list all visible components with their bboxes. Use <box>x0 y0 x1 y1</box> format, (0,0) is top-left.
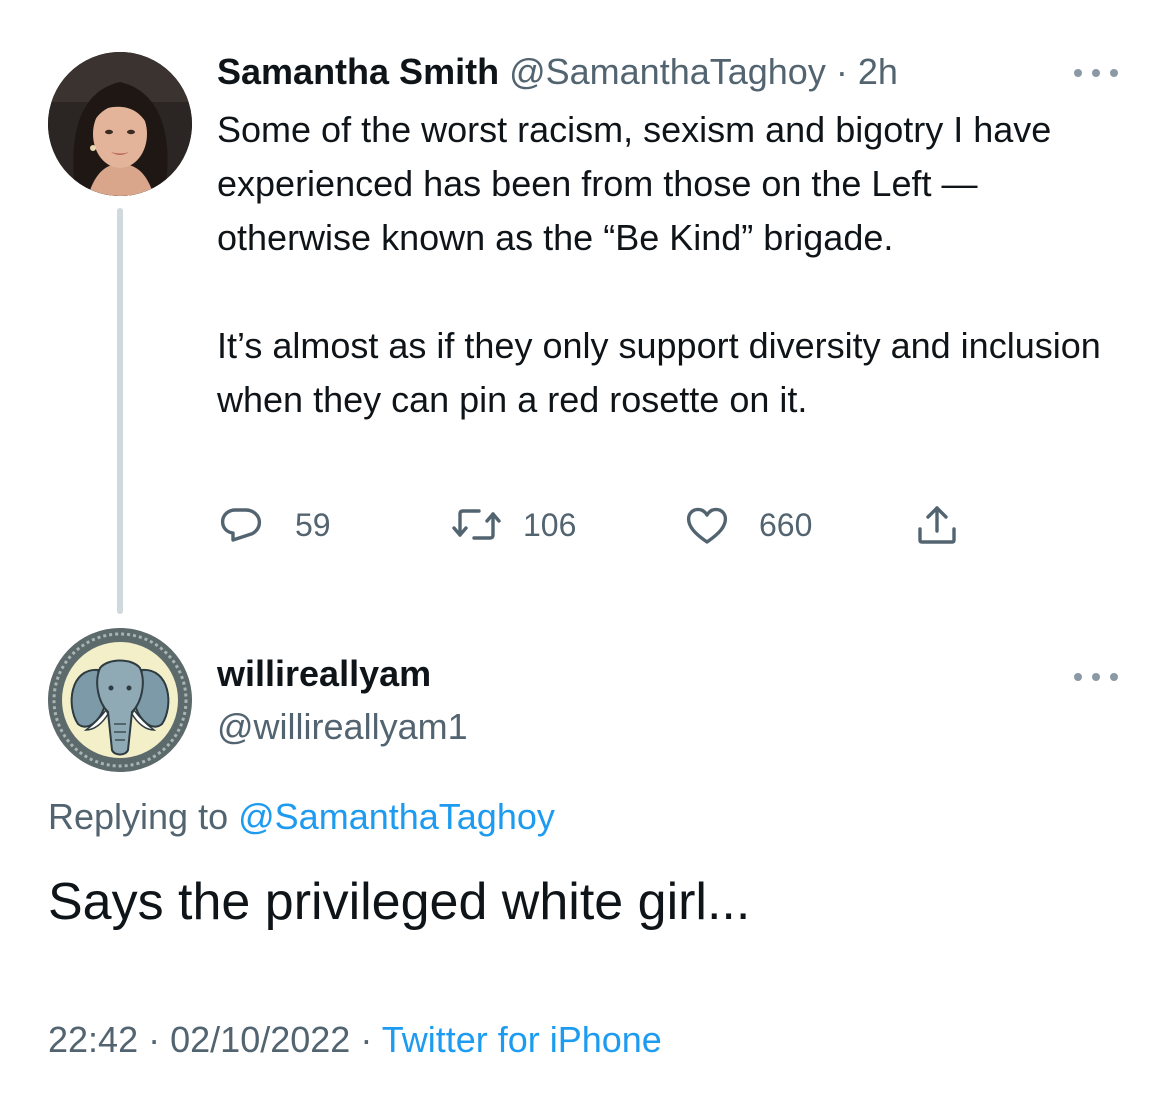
parent-time-ago[interactable]: 2h <box>858 51 898 92</box>
share-upload-icon <box>918 506 956 544</box>
reply-handle[interactable]: @willireallyam1 <box>217 705 468 749</box>
parent-tweet-text: Some of the worst racism, sexism and big… <box>217 103 1117 427</box>
parent-tweet-paragraph-2: It’s almost as if they only support dive… <box>217 325 1101 420</box>
header-separator: · <box>835 51 848 92</box>
reply-display-name[interactable]: willireallyam <box>217 652 431 696</box>
retweet-count: 106 <box>523 506 577 543</box>
parent-display-name[interactable]: Samantha Smith <box>217 51 499 92</box>
replying-to-line: Replying to @SamanthaTaghoy <box>48 795 555 839</box>
parent-tweet-paragraph-1: Some of the worst racism, sexism and big… <box>217 109 1052 258</box>
meta-separator-1: · <box>148 1019 161 1060</box>
like-button[interactable]: 660 <box>683 500 812 550</box>
avatar-willireallyam[interactable] <box>48 628 192 772</box>
retweet-button[interactable]: 106 <box>451 500 576 550</box>
parent-tweet-header: Samantha Smith @SamanthaTaghoy · 2h <box>217 50 898 94</box>
parent-handle[interactable]: @SamanthaTaghoy <box>509 51 826 92</box>
elephant-emblem-icon <box>48 628 192 772</box>
tweet-metadata: 22:42 · 02/10/2022 · Twitter for iPhone <box>48 1018 662 1062</box>
thread-connector-line <box>117 208 123 614</box>
more-horizontal-icon[interactable] <box>1074 672 1118 682</box>
like-count: 660 <box>759 506 813 543</box>
replying-to-handle-link[interactable]: @SamanthaTaghoy <box>238 796 555 837</box>
reply-bubble-icon <box>220 508 262 542</box>
replying-to-label: Replying to <box>48 796 229 837</box>
retweet-icon <box>452 509 501 540</box>
more-horizontal-icon[interactable] <box>1074 68 1118 78</box>
meta-separator-2: · <box>360 1019 373 1060</box>
reply-button[interactable]: 59 <box>217 500 331 550</box>
reply-count: 59 <box>295 506 331 543</box>
tweet-date[interactable]: 02/10/2022 <box>170 1019 350 1060</box>
reply-tweet-text: Says the privileged white girl... <box>48 873 751 931</box>
avatar-samantha[interactable] <box>48 52 192 196</box>
tweet-source-link[interactable]: Twitter for iPhone <box>382 1019 662 1060</box>
heart-icon <box>686 507 728 544</box>
profile-photo-icon <box>48 52 192 196</box>
tweet-time[interactable]: 22:42 <box>48 1019 138 1060</box>
share-button[interactable] <box>913 500 961 550</box>
